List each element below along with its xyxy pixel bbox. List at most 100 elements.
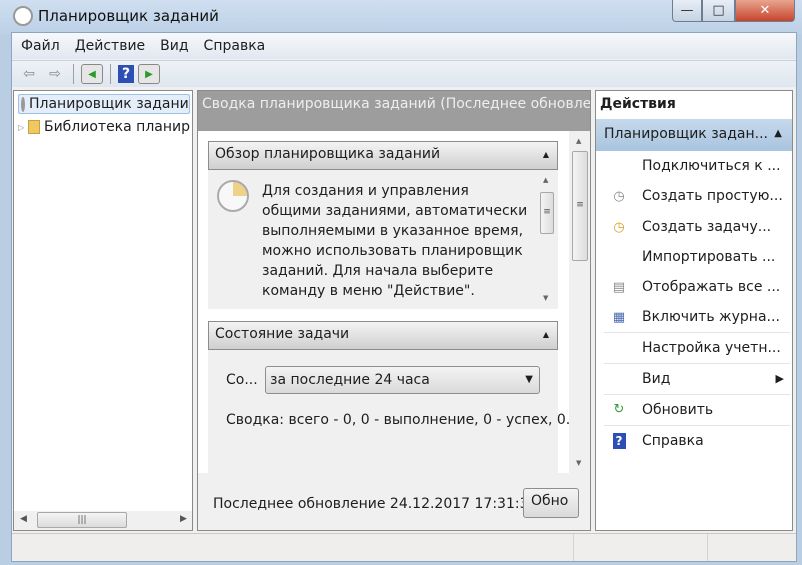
main-window: Файл Действие Вид Справка ⇦ ⇨ ◀ ? ▶ План… [11,32,797,562]
action-label: Создать задачу... [642,219,772,235]
action-show-running[interactable]: ▤ Отображать все ... [604,272,790,302]
task-status-section-body: Со... за последние 24 часа ▼ Сводка: все… [208,350,579,473]
overview-text: Для создания и управления общими задания… [262,181,527,301]
overview-line: заданий. Для начала выберите [262,263,494,279]
scroll-down-icon[interactable]: ▼ [543,294,548,302]
action-label: Создать простую... [642,188,783,204]
summary-header: Сводка планировщика заданий (Последнее о… [198,91,590,131]
menu-action[interactable]: Действие [75,38,145,54]
enable-log-icon: ▦ [612,309,626,325]
collapse-icon[interactable]: ▲ [543,330,549,339]
expand-icon[interactable]: ▷ [18,123,24,132]
action-label: Отображать все ... [642,279,781,295]
action-help[interactable]: ? Справка [604,425,790,455]
action-connect[interactable]: Подключиться к ... [604,151,790,181]
action-label: Подключиться к ... [642,158,781,174]
chevron-down-icon: ▼ [525,374,533,385]
action-label: Настройка учетн... [642,339,781,356]
status-divider [707,534,708,561]
folder-clock-icon [28,120,40,134]
maximize-button[interactable]: □ [702,0,735,22]
overview-line: Для создания и управления [262,183,469,199]
scroll-down-icon[interactable]: ▼ [576,459,581,467]
status-divider [573,534,574,561]
scroll-right-icon[interactable]: ▶ [180,514,187,524]
show-hide-console-tree-button[interactable]: ◀ [81,64,103,84]
horizontal-scrollbar[interactable]: ◀ ||| ▶ [14,511,192,530]
overview-section-header[interactable]: Обзор планировщика заданий ▲ [208,141,558,170]
menu-file[interactable]: Файл [21,38,60,54]
status-period-label: Со... [226,372,258,388]
period-select-value: за последние 24 часа [270,372,430,388]
clock-icon [21,96,25,112]
help-button[interactable]: ? [118,65,134,83]
refresh-button[interactable]: Обно [523,488,579,518]
actions-title: Действия [600,96,676,112]
scroll-up-icon[interactable]: ▲ [543,176,548,184]
menu-view[interactable]: Вид [160,38,188,54]
window-title: Планировщик заданий [38,7,219,25]
tree-item-label: Библиотека планир [43,119,190,135]
overview-line: общими заданиями, автоматически [262,203,528,219]
summary-content: Обзор планировщика заданий ▲ Для создани… [198,131,590,473]
toolbar-divider [73,64,74,84]
status-bar [12,533,796,561]
action-label: Обновить [642,401,714,418]
close-button[interactable]: ✕ [735,0,795,22]
overview-scrollbar[interactable]: ▲ ≡ ▼ [538,170,556,309]
task-status-section-header[interactable]: Состояние задачи ▲ [208,321,558,350]
overview-line: выполняемыми в указанное время, [262,223,524,239]
action-account-settings[interactable]: Настройка учетн... [604,332,790,362]
scroll-up-icon[interactable]: ▲ [576,137,581,145]
actions-group-header[interactable]: Планировщик задан... ▲ [596,119,792,151]
action-refresh[interactable]: ↻ Обновить [604,394,790,424]
scroll-thumb[interactable]: ≡ [540,192,554,234]
overview-line: команду в меню "Действие". [262,283,475,299]
scroll-thumb[interactable]: ≡ [572,151,588,261]
collapse-icon[interactable]: ▲ [543,150,549,159]
menu-help[interactable]: Справка [204,38,266,54]
action-import[interactable]: Импортировать ... [604,242,790,272]
tree-item-library[interactable]: ▷ Библиотека планир [18,119,190,135]
action-view[interactable]: Вид ▶ [604,363,790,393]
minimize-button[interactable]: — [672,0,702,22]
action-label: Импортировать ... [642,249,776,265]
actions-pane: Действия Планировщик задан... ▲ Подключи… [595,90,793,531]
action-label: Справка [642,432,704,449]
back-button[interactable]: ⇦ [18,64,40,84]
panel-right-icon: ▶ [145,68,153,80]
period-select[interactable]: за последние 24 часа ▼ [265,366,540,394]
show-hide-action-pane-button[interactable]: ▶ [138,64,160,84]
status-summary: Сводка: всего - 0, 0 - выполнение, 0 - у… [226,412,580,428]
summary-scrollbar[interactable]: ▲ ≡ ▼ [570,131,590,473]
summary-pane: Сводка планировщика заданий (Последнее о… [197,90,591,531]
create-task-icon: ◷ [613,219,625,235]
refresh-icon: ↻ [613,402,625,417]
overview-line: можно использовать планировщик [262,243,523,259]
toolbar: ⇦ ⇨ ◀ ? ▶ [12,60,796,87]
overview-title: Обзор планировщика заданий [215,146,441,162]
forward-button[interactable]: ⇨ [44,64,66,84]
title-bar[interactable]: Планировщик заданий — □ ✕ [0,0,802,34]
clock-icon [217,180,249,212]
action-label: Включить журна... [642,309,780,325]
action-label: Вид [642,370,671,387]
help-icon: ? [604,432,634,449]
action-create-task[interactable]: ◷ Создать задачу... [604,212,790,242]
scroll-left-icon[interactable]: ◀ [20,514,27,524]
tree-item-task-scheduler[interactable]: Планировщик задани [18,94,190,114]
last-update-text: Последнее обновление 24.12.2017 17:31:37 [213,496,538,512]
panel-left-icon: ◀ [88,68,96,80]
scroll-thumb[interactable]: ||| [37,512,127,528]
show-running-icon: ▤ [612,279,626,295]
clock-icon [13,6,33,26]
actions-group-title: Планировщик задан... [604,126,768,142]
toolbar-divider [110,64,111,84]
submenu-arrow-icon: ▶ [775,372,784,385]
console-tree: Планировщик задани ▷ Библиотека планир ◀… [13,90,193,531]
collapse-icon[interactable]: ▲ [774,128,782,139]
action-create-basic-task[interactable]: ◷ Создать простую... [604,181,790,211]
action-enable-log[interactable]: ▦ Включить журна... [604,302,790,332]
overview-section-body: Для создания и управления общими задания… [208,170,558,309]
menu-bar: Файл Действие Вид Справка [12,33,796,59]
